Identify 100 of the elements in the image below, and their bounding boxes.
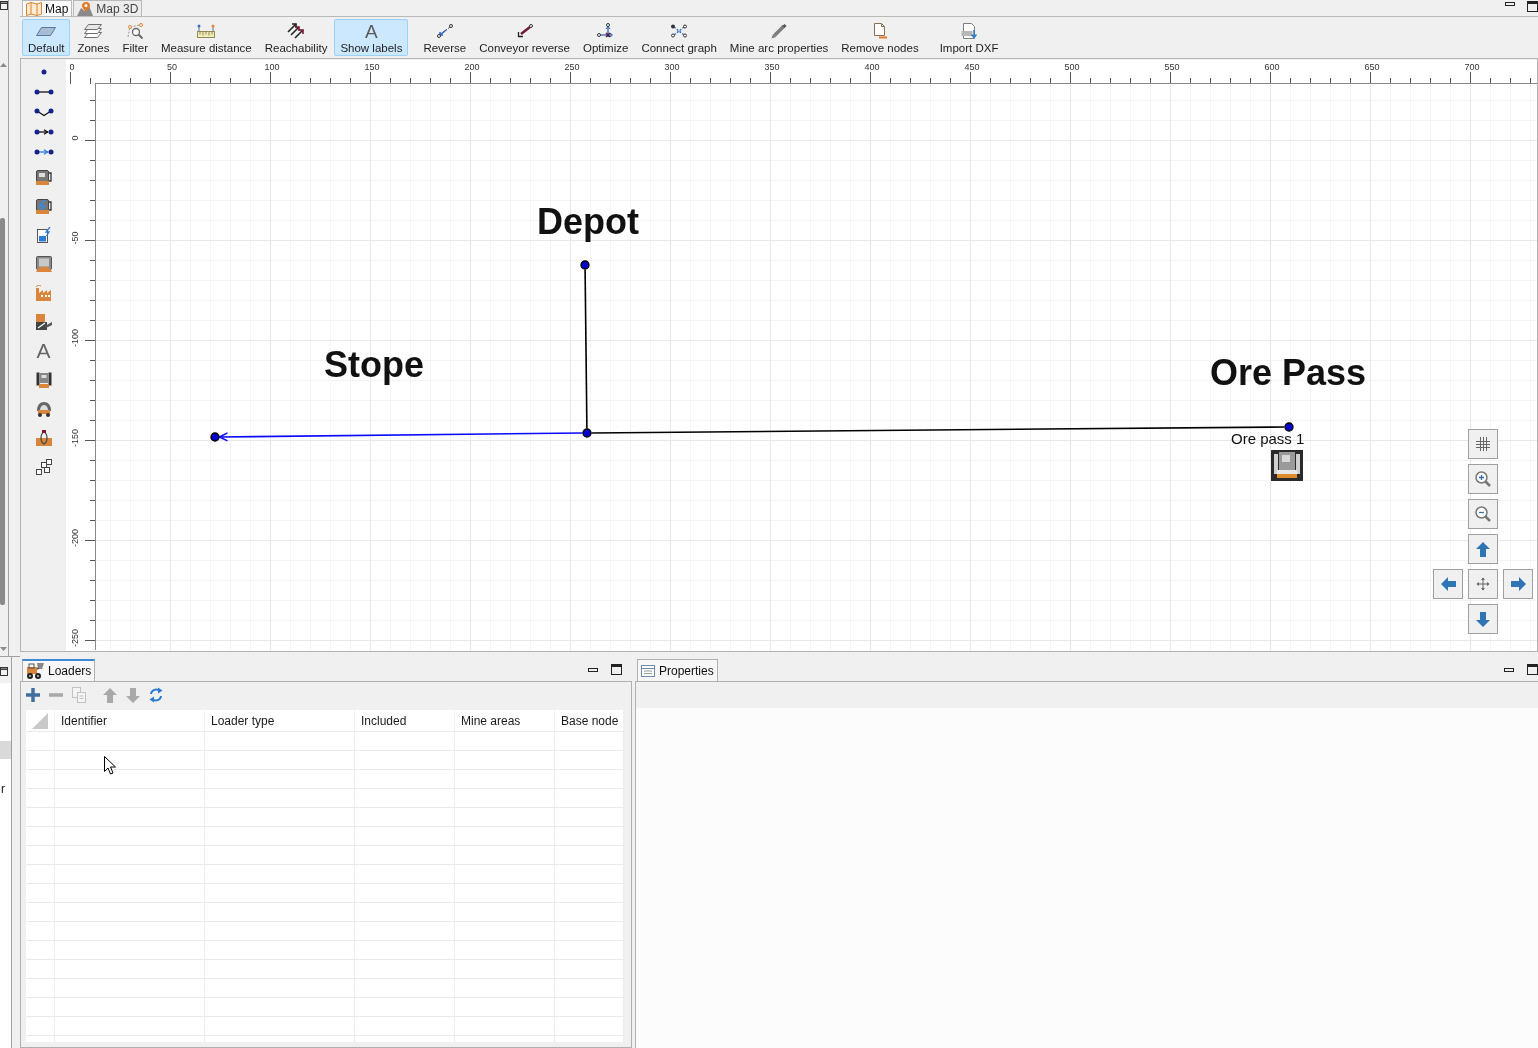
loader-icon <box>26 663 44 679</box>
toolbar-button[interactable]: A Show labels <box>334 19 409 56</box>
scroll-up-icon[interactable] <box>0 63 7 67</box>
ruler-icon <box>197 24 216 38</box>
toolbar-button[interactable]: Default <box>22 19 71 56</box>
squares-network-icon[interactable] <box>35 458 52 475</box>
ruler-label: 550 <box>1164 63 1180 72</box>
mouse-pointer-icon <box>104 756 116 775</box>
pencil-icon <box>771 23 788 39</box>
battery-icon[interactable] <box>36 226 51 243</box>
ruler-label: 650 <box>1364 63 1380 72</box>
maximize-icon[interactable] <box>1527 1 1538 12</box>
toolbar-button[interactable]: Reachability <box>258 19 334 56</box>
ruler-label: 600 <box>1264 63 1280 72</box>
arrow-left-icon <box>1440 577 1456 591</box>
toolbar-button[interactable]: Optimize <box>577 19 635 56</box>
ruler-label: 0 <box>69 63 75 72</box>
panel-tab[interactable]: Properties <box>637 659 718 681</box>
column-header[interactable]: Loader type <box>205 710 355 731</box>
loader-front-icon[interactable] <box>35 371 52 388</box>
minimize-icon[interactable] <box>588 667 598 672</box>
column-header[interactable]: Identifier <box>55 710 205 731</box>
toolbar-button[interactable]: Filter <box>116 19 154 56</box>
shaft-icon[interactable] <box>35 429 52 446</box>
arrow-arc-icon[interactable] <box>33 129 54 135</box>
list-icon <box>641 664 655 677</box>
window-icon[interactable] <box>0 1 8 10</box>
pan-right-button[interactable] <box>1503 569 1533 599</box>
machine-icon[interactable] <box>35 168 52 185</box>
editor-tab[interactable]: Map 3D <box>73 0 143 16</box>
arrow-arc-icon[interactable] <box>33 149 54 155</box>
ruler-label: 300 <box>664 63 680 72</box>
node-marker <box>582 428 592 438</box>
toolbar-button[interactable]: Mine arc properties <box>723 19 835 56</box>
ruler-label: 350 <box>764 63 780 72</box>
toolbar-button[interactable]: Remove nodes <box>835 19 925 56</box>
pan-left-button[interactable] <box>1433 569 1463 599</box>
arc-arrow-icon <box>516 24 533 38</box>
node-marker <box>1284 422 1294 432</box>
crusher-icon[interactable] <box>35 313 52 330</box>
column-header[interactable]: Base node <box>555 710 624 731</box>
scrollbar-thumb[interactable] <box>0 218 5 605</box>
center-button[interactable] <box>1468 569 1498 599</box>
refresh-icon[interactable] <box>149 687 163 703</box>
document-icon <box>872 23 887 39</box>
arrow-right-icon <box>1510 577 1526 591</box>
editor-tab[interactable]: Map <box>22 0 73 16</box>
vehicle-icon[interactable] <box>35 400 52 417</box>
column-header[interactable]: Mine areas <box>455 710 555 731</box>
panel-text: r <box>0 783 6 795</box>
arrows-icon <box>287 23 306 39</box>
parallelogram-icon <box>36 26 57 36</box>
arc-icon[interactable] <box>33 89 54 95</box>
zoom-in-button[interactable] <box>1468 464 1498 494</box>
maximize-icon[interactable] <box>611 664 622 675</box>
column-header[interactable]: Included <box>355 710 455 731</box>
ruler-label: 500 <box>1064 63 1080 72</box>
ruler-label: -150 <box>70 429 80 447</box>
move-icon <box>1476 577 1490 591</box>
scroll-down-icon[interactable] <box>0 647 7 651</box>
minimize-icon[interactable] <box>1504 667 1514 672</box>
plus-icon[interactable] <box>26 688 40 702</box>
stockpile-icon[interactable] <box>35 255 52 272</box>
toolbar-button[interactable]: Reverse <box>417 19 473 56</box>
ruler-label: 0 <box>70 135 80 141</box>
map-label: Ore Pass <box>1209 355 1367 391</box>
layers-icon <box>84 24 103 38</box>
toolbar-button[interactable]: Measure distance <box>154 19 258 56</box>
ruler-label: 50 <box>167 63 177 72</box>
grid-icon <box>1476 437 1490 451</box>
map-label: Stope <box>324 347 424 383</box>
window-icon[interactable] <box>0 667 8 676</box>
map-pin-icon <box>77 1 94 16</box>
text-tool[interactable]: A <box>36 340 51 361</box>
document-arrow-icon <box>961 23 978 39</box>
charger-icon[interactable] <box>35 197 52 214</box>
node-label: Ore pass 1 <box>1231 431 1305 446</box>
zoom-in-icon <box>1475 471 1491 487</box>
ruler-label: -200 <box>70 529 80 547</box>
arrow-up-icon <box>1476 541 1490 557</box>
pan-up-button[interactable] <box>1468 534 1498 564</box>
ruler-label: 400 <box>864 63 880 72</box>
curved-arc-icon[interactable] <box>33 107 54 117</box>
ruler-label: -100 <box>70 329 80 347</box>
panel-tab[interactable]: Loaders <box>22 659 96 681</box>
factory-icon[interactable] <box>34 284 53 301</box>
zoom-out-button[interactable] <box>1468 499 1498 529</box>
grid-button[interactable] <box>1468 429 1498 459</box>
maximize-icon[interactable] <box>1527 664 1538 675</box>
ruler-label: 100 <box>264 63 280 72</box>
toolbar-button[interactable]: Zones <box>71 19 116 56</box>
toolbar-button[interactable]: Connect graph <box>635 19 723 56</box>
pan-down-button[interactable] <box>1468 604 1498 634</box>
minimize-icon[interactable] <box>1505 2 1515 6</box>
toolbar-button[interactable]: Conveyor reverse <box>473 19 576 56</box>
map-label: Depot <box>537 204 639 240</box>
node-icon[interactable] <box>40 69 47 75</box>
arrow-down-icon <box>1476 611 1490 627</box>
toolbar-button[interactable]: Import DXF <box>933 19 1005 56</box>
ruler-label: 150 <box>364 63 380 72</box>
